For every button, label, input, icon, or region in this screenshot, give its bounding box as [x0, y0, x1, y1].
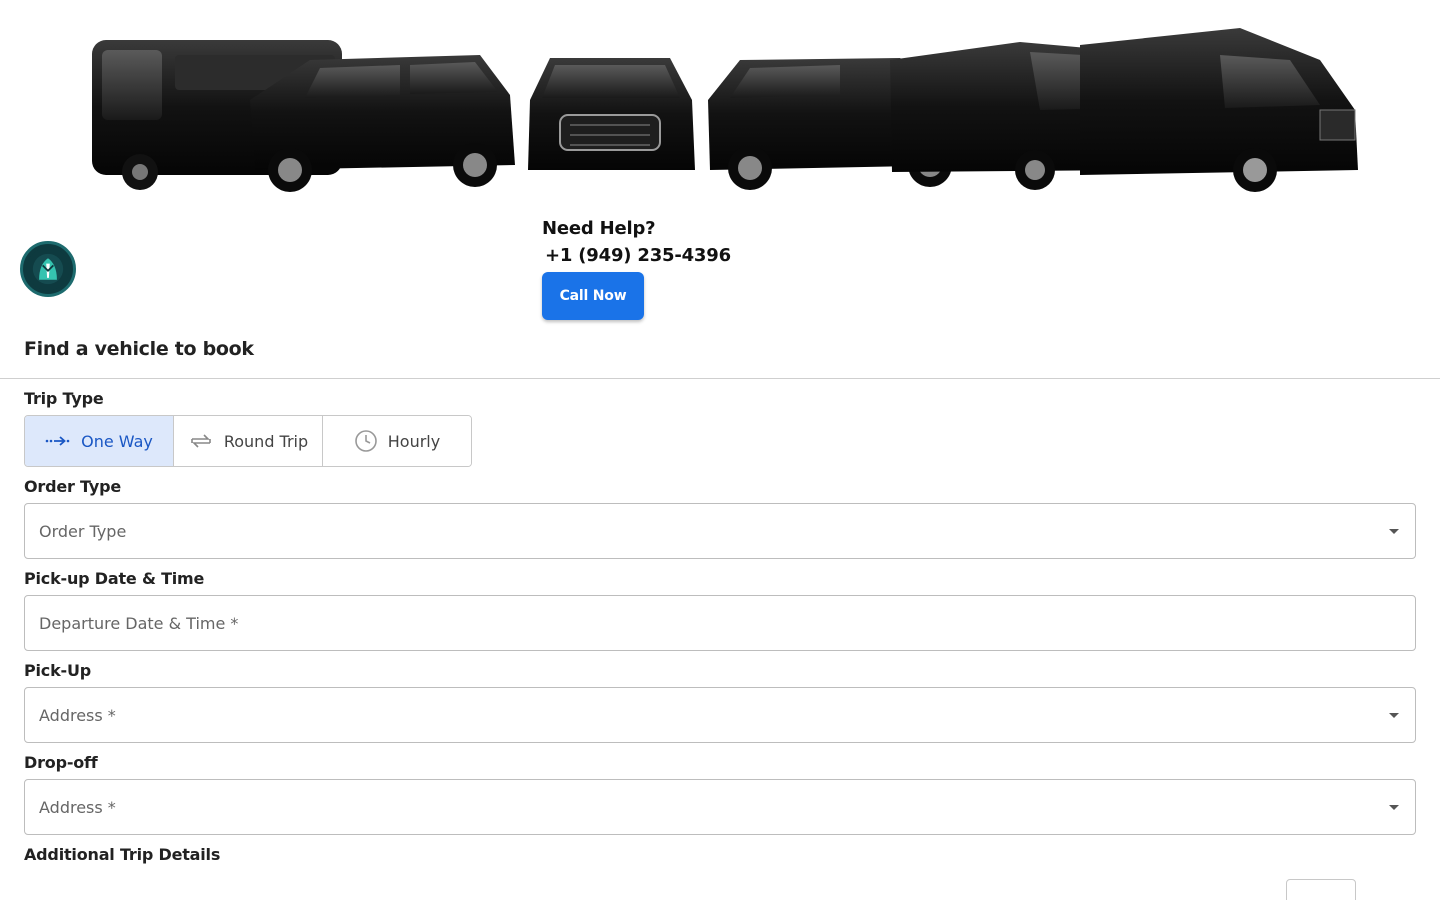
additional-details-label: Additional Trip Details: [24, 845, 221, 864]
vehicle-fleet-banner: [80, 20, 1370, 195]
dropoff-label: Drop-off: [24, 753, 98, 772]
help-title: Need Help?: [542, 218, 656, 239]
help-phone-number[interactable]: +1 (949) 235-4396: [545, 245, 731, 266]
pickup-datetime-placeholder: Departure Date & Time *: [39, 613, 239, 633]
dropoff-address-placeholder: Address *: [39, 797, 116, 817]
dropoff-address-input[interactable]: Address *: [24, 779, 1416, 835]
order-type-placeholder: Order Type: [39, 521, 127, 541]
chevron-down-icon: [1389, 528, 1399, 534]
chevron-down-icon: [1389, 712, 1399, 718]
order-type-select[interactable]: Order Type: [24, 503, 1416, 559]
limo-laguna-logo[interactable]: [20, 241, 76, 297]
pickup-label: Pick-Up: [24, 661, 92, 680]
trip-type-round-trip-label: Round Trip: [223, 431, 309, 451]
trip-type-round-trip[interactable]: Round Trip: [174, 416, 323, 466]
chevron-down-icon: [1389, 804, 1399, 810]
arrow-right-icon: [45, 436, 70, 446]
trip-type-toggle-group: One Way Round Trip Hourly: [24, 415, 472, 467]
clock-icon: [354, 430, 377, 452]
trip-type-label: Trip Type: [24, 389, 104, 408]
trip-type-hourly[interactable]: Hourly: [323, 416, 471, 466]
swap-icon: [191, 434, 211, 448]
page-title: Find a vehicle to book: [24, 338, 254, 360]
pickup-address-input[interactable]: Address *: [24, 687, 1416, 743]
trip-type-hourly-label: Hourly: [387, 431, 441, 451]
call-now-button[interactable]: Call Now: [542, 272, 644, 320]
pickup-datetime-label: Pick-up Date & Time: [24, 569, 205, 588]
trip-type-one-way-label: One Way: [81, 431, 153, 451]
pickup-address-placeholder: Address *: [39, 705, 116, 725]
additional-details-control[interactable]: [1286, 879, 1356, 900]
help-section: Need Help? +1 (949) 235-4396 Call Now: [542, 218, 731, 320]
trip-type-one-way[interactable]: One Way: [25, 416, 174, 466]
pickup-datetime-input[interactable]: Departure Date & Time *: [24, 595, 1416, 651]
order-type-label: Order Type: [24, 477, 122, 496]
divider: [0, 378, 1440, 379]
